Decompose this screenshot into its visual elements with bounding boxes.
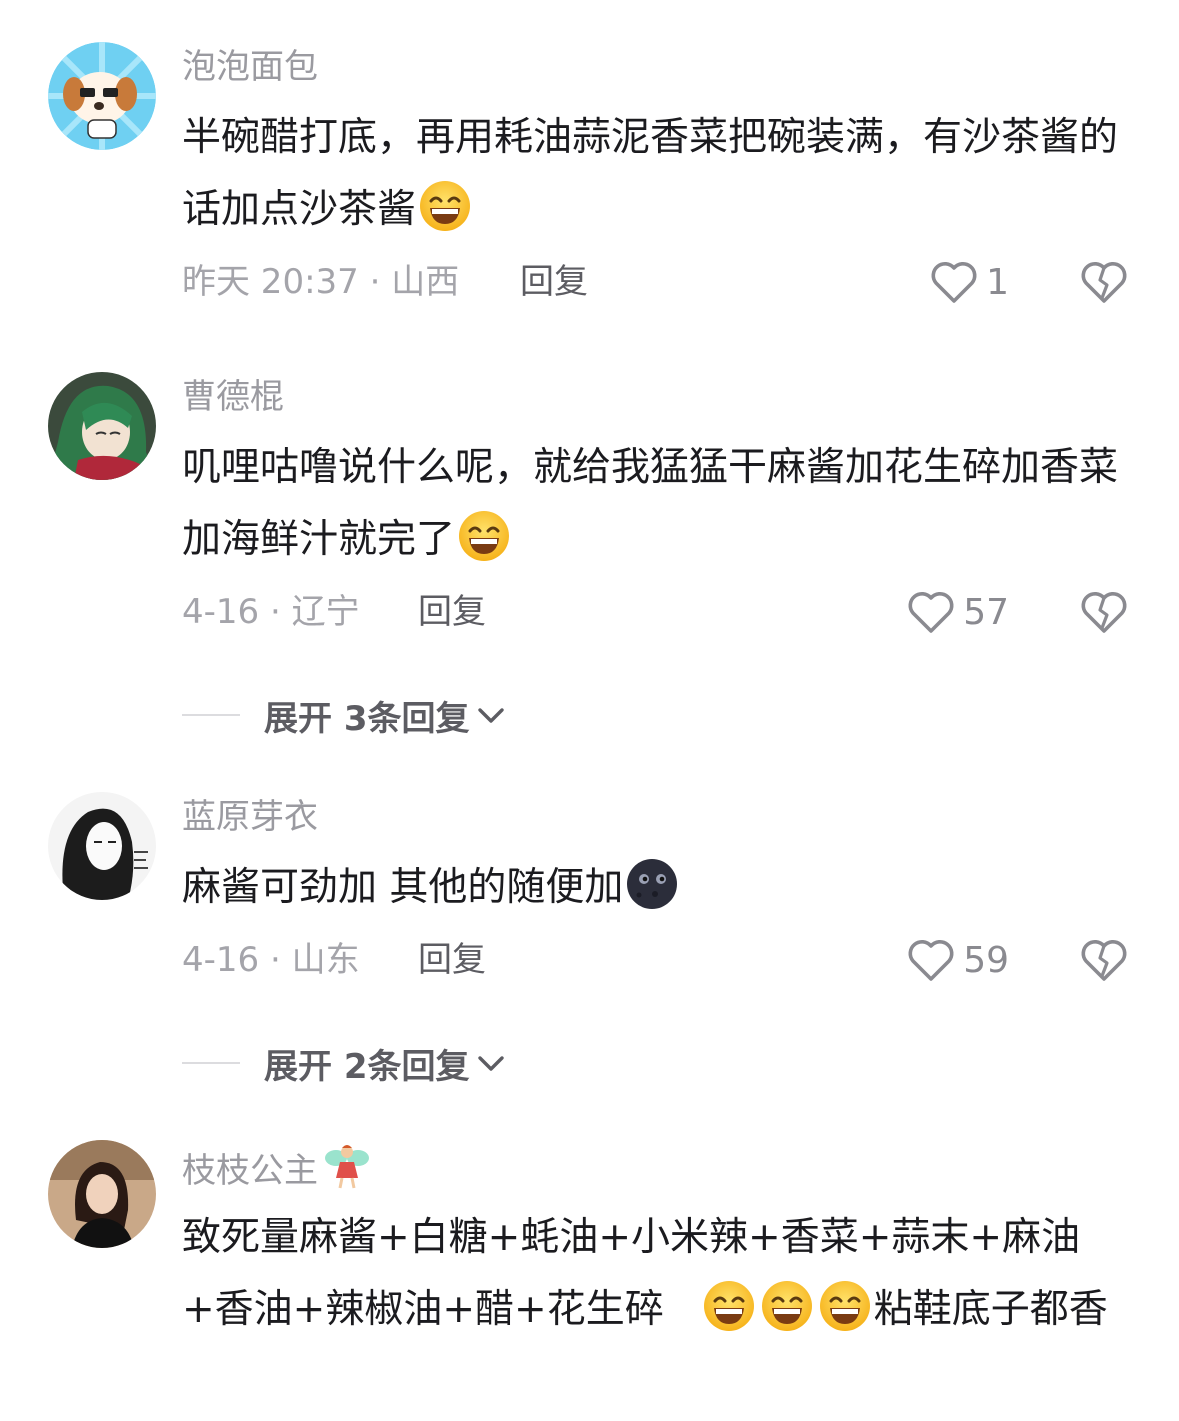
comment-text-part: 粘鞋底子都香 xyxy=(873,1287,1108,1332)
fairy-icon xyxy=(325,1145,369,1189)
username[interactable]: 枝枝公主 xyxy=(182,1140,372,1194)
grinning-squint-emoji-icon xyxy=(702,1279,756,1333)
avatar[interactable] xyxy=(48,1140,156,1248)
username-text: 枝枝公主 xyxy=(182,1151,318,1191)
comment-item: 枝枝公主 致死量麻酱+白糖+蚝油+小米辣+香菜+蒜末+麻油+香油+辣椒油+醋+花… xyxy=(0,0,1179,1421)
grinning-squint-emoji-icon xyxy=(818,1279,872,1333)
comment-text: 致死量麻酱+白糖+蚝油+小米辣+香菜+蒜末+麻油+香油+辣椒油+醋+花生碎 粘鞋底… xyxy=(182,1202,1122,1346)
grinning-squint-emoji-icon xyxy=(760,1279,814,1333)
